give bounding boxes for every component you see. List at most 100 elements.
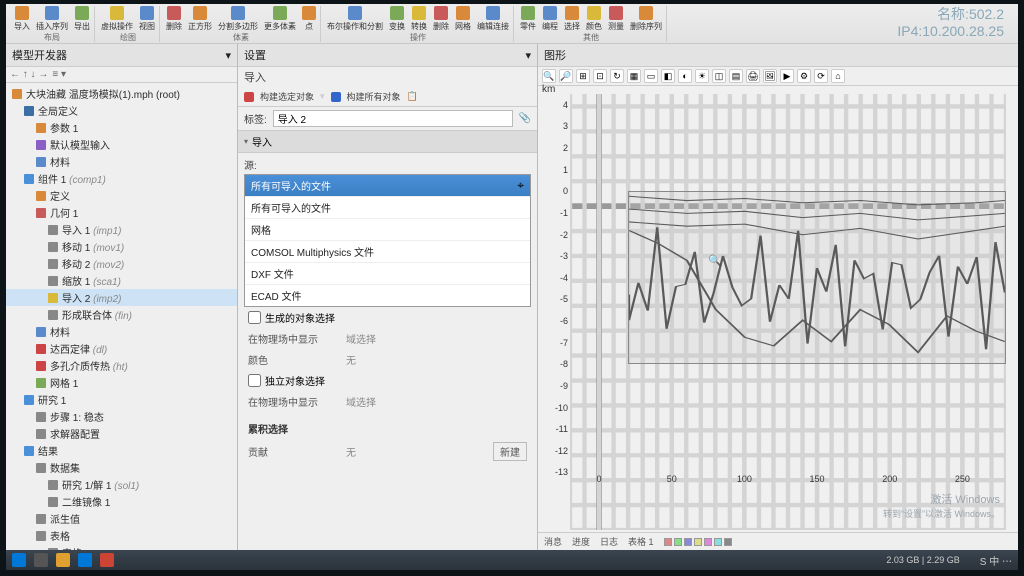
anim-icon[interactable]: ▶ [780,69,794,83]
tree-node-24[interactable]: 派生值 [6,510,237,527]
tree-node-6[interactable]: 几何 1 [6,204,237,221]
ribbon-virtual[interactable]: 虚拟操作 [101,6,133,32]
ribbon-bool[interactable]: 布尔操作和分割 [327,6,383,32]
indep-sel-checkbox[interactable] [248,374,261,387]
label-link-icon[interactable]: 📎 [519,113,531,124]
tree-node-15[interactable]: 多孔介质传热 (ht) [6,357,237,374]
ribbon-del[interactable]: 删除 [166,6,182,32]
tree-node-19[interactable]: 求解器配置 [6,425,237,442]
settings-collapse-icon[interactable]: ▾ [525,49,531,62]
dd-opt-3[interactable]: DXF 文件 [245,262,530,284]
tree-opts-icon[interactable]: ≡ ▾ [52,69,66,80]
status-messages[interactable]: 消息 [544,535,562,548]
ribbon-prog[interactable]: 编程 [542,6,558,32]
ribbon-mesh[interactable]: 网格 [455,6,471,32]
select-all-icon[interactable]: ◧ [661,69,675,83]
source-dropdown[interactable]: 所有可导入的文件⌖ 所有可导入的文件 网格 COMSOL Multiphysic… [244,174,531,307]
tree-collapse-icon[interactable]: ▾ [225,49,231,62]
tree-node-12[interactable]: 形成联合体 (fin) [6,306,237,323]
tree-node-17[interactable]: 研究 1 [6,391,237,408]
new-button[interactable]: 新建 [493,442,527,461]
home-icon[interactable]: ⌂ [831,69,845,83]
tree-node-9[interactable]: 移动 2 (mov2) [6,255,237,272]
build-selected-icon[interactable] [244,92,254,102]
tree-node-2[interactable]: 默认模型输入 [6,136,237,153]
tree-node-21[interactable]: 数据集 [6,459,237,476]
explorer-icon[interactable] [56,553,70,567]
tree-node-5[interactable]: 定义 [6,187,237,204]
edge-icon[interactable] [78,553,92,567]
build-all-icon[interactable] [331,92,341,102]
ribbon-meas[interactable]: 测量 [608,6,624,32]
ribbon-edit[interactable]: 编辑连接 [477,6,509,32]
ribbon-delseq[interactable]: 删除序列 [630,6,662,32]
tree-node-13[interactable]: 材料 [6,323,237,340]
tree-node-1[interactable]: 参数 1 [6,119,237,136]
tree-node-0[interactable]: 全局定义 [6,102,237,119]
ribbon-xform[interactable]: 变换 [389,6,405,32]
app-icon[interactable] [100,553,114,567]
view-xy-icon[interactable]: ▦ [627,69,641,83]
ribbon-color[interactable]: 颜色 [586,6,602,32]
ribbon-poly[interactable]: 分割多边形 [218,6,258,32]
build-selected-button[interactable]: 构建选定对象 [260,90,314,103]
search-icon[interactable] [34,553,48,567]
start-icon[interactable] [12,553,26,567]
image-icon[interactable]: 🖼 [763,69,777,83]
transparency-icon[interactable]: ◫ [712,69,726,83]
wireframe-icon[interactable]: ▤ [729,69,743,83]
ribbon-parts[interactable]: 零件 [520,6,536,32]
zoom-extents-icon[interactable]: ⊡ [593,69,607,83]
build-all-extra-icon[interactable]: 📋 [407,91,418,102]
status-table[interactable]: 表格 1 [628,535,654,548]
ribbon-more[interactable]: 更多体素 [264,6,296,32]
status-log[interactable]: 日志 [600,535,618,548]
gen-sel-checkbox[interactable] [248,311,261,324]
tree-node-3[interactable]: 材料 [6,153,237,170]
dd-opt-0[interactable]: 所有可导入的文件 [245,196,530,218]
zoom-box-icon[interactable]: ⊞ [576,69,590,83]
section-import-header[interactable]: 导入 [238,130,537,153]
zoom-out-icon[interactable]: 🔎 [559,69,573,83]
rotate-icon[interactable]: ↻ [610,69,624,83]
ribbon-conv[interactable]: 转换 [411,6,427,32]
ribbon-insert-seq[interactable]: 插入序列 [36,6,68,32]
print-icon[interactable]: 🖨 [746,69,760,83]
ribbon-import[interactable]: 导入 [14,6,30,32]
dd-opt-4[interactable]: ECAD 文件 [245,284,530,306]
status-progress[interactable]: 进度 [572,535,590,548]
zoom-in-icon[interactable]: 🔍 [542,69,556,83]
ribbon-square[interactable]: 正方形 [188,6,212,32]
dd-opt-1[interactable]: 网格 [245,218,530,240]
refresh-icon[interactable]: ⟳ [814,69,828,83]
light-icon[interactable]: ☀ [695,69,709,83]
select-icon[interactable]: ▭ [644,69,658,83]
dd-opt-2[interactable]: COMSOL Multiphysics 文件 [245,240,530,262]
tray-lang[interactable]: S 中 ⋯ [980,553,1012,568]
taskbar[interactable]: 2.03 GB | 2.29 GB S 中 ⋯ [6,550,1018,570]
build-all-button[interactable]: 构建所有对象 [347,90,401,103]
tree-body[interactable]: 大块油藏 温度场模拟(1).mph (root)全局定义参数 1默认模型输入材料… [6,83,237,550]
ribbon-sel[interactable]: 选择 [564,6,580,32]
ribbon-point[interactable]: 点 [302,6,316,32]
tree-node-11[interactable]: 导入 2 (imp2) [6,289,237,306]
tree-node-25[interactable]: 表格 [6,527,237,544]
ribbon-del2[interactable]: 删除 [433,6,449,32]
tree-node-22[interactable]: 研究 1/解 1 (sol1) [6,476,237,493]
tree-node-4[interactable]: 组件 1 (comp1) [6,170,237,187]
tree-node-16[interactable]: 网格 1 [6,374,237,391]
tree-node-20[interactable]: 结果 [6,442,237,459]
render-icon[interactable]: ◐ [678,69,692,83]
ribbon-view[interactable]: 视图 [139,6,155,32]
ribbon-export[interactable]: 导出 [74,6,90,32]
tree-node-14[interactable]: 达西定律 (dl) [6,340,237,357]
tree-node-10[interactable]: 缩放 1 (sca1) [6,272,237,289]
plot-area[interactable]: km 43210-1-2-3-4-5-6-7-8-9-10-11-12-13 0… [538,86,1018,532]
tree-root[interactable]: 大块油藏 温度场模拟(1).mph (root) [6,85,237,102]
label-input[interactable] [273,110,513,127]
tree-nav-icon[interactable]: ← ↑ ↓ → [10,69,48,80]
tree-node-18[interactable]: 步骤 1: 稳态 [6,408,237,425]
tree-node-23[interactable]: 二维镜像 1 [6,493,237,510]
tree-node-7[interactable]: 导入 1 (imp1) [6,221,237,238]
tree-node-8[interactable]: 移动 1 (mov1) [6,238,237,255]
